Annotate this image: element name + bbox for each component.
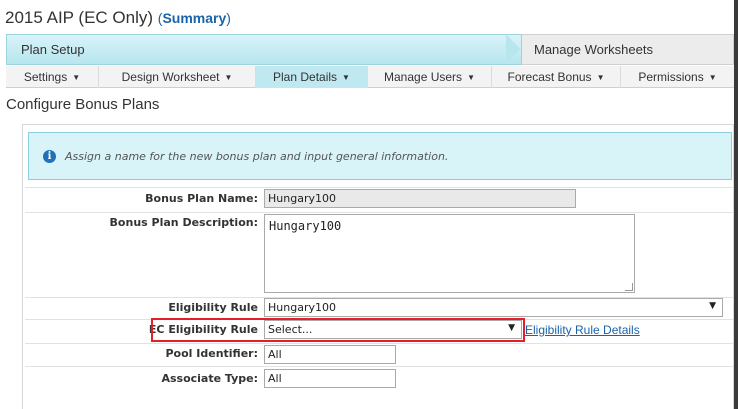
plan-tabs: Settings ▼ Design Worksheet ▼ Plan Details… — [6, 66, 734, 88]
tab-permissions[interactable]: Permissions ▼ — [621, 66, 734, 88]
close-paren: ) — [226, 10, 231, 26]
bonus-plan-description-textarea[interactable]: Hungary100 — [264, 214, 635, 293]
tab-permissions-label: Permissions — [638, 70, 704, 84]
page-title-bar: 2015 AIP (EC Only) (Summary) — [0, 0, 734, 34]
plan-title: 2015 AIP (EC Only) — [5, 8, 154, 27]
highlight-annotation — [151, 318, 525, 342]
tab-plan-details[interactable]: Plan Details ▼ — [256, 66, 368, 88]
bonus-plan-name-label: Bonus Plan Name: — [145, 192, 258, 205]
tab-forecast-bonus[interactable]: Forecast Bonus ▼ — [492, 66, 621, 88]
bonus-plan-description-label: Bonus Plan Description: — [109, 216, 258, 229]
tab-forecast-bonus-label: Forecast Bonus — [507, 70, 592, 84]
associate-type-field[interactable]: All — [264, 369, 396, 388]
bonus-plan-description-text: Hungary100 — [269, 219, 342, 233]
row-divider — [25, 343, 733, 344]
tab-plan-details-label: Plan Details — [273, 70, 338, 84]
step-manage-worksheets-label: Manage Worksheets — [534, 42, 653, 57]
step-plan-setup[interactable]: Plan Setup — [6, 34, 522, 65]
caret-down-icon: ▼ — [224, 72, 233, 82]
page-heading: Configure Bonus Plans — [6, 96, 160, 113]
summary-link[interactable]: Summary — [162, 10, 226, 26]
tab-manage-users-label: Manage Users — [384, 70, 463, 84]
plan-progress-bar: Plan Setup Manage Worksheets — [6, 34, 734, 65]
caret-down-icon: ▼ — [708, 72, 717, 82]
pool-identifier-label: Pool Identifier: — [165, 347, 258, 360]
caret-down-icon: ▼ — [596, 72, 605, 82]
step-plan-setup-label: Plan Setup — [21, 42, 85, 57]
tab-manage-users[interactable]: Manage Users ▼ — [368, 66, 492, 88]
eligibility-rule-details-link[interactable]: Eligibility Rule Details — [525, 323, 640, 337]
step-manage-worksheets[interactable]: Manage Worksheets — [522, 34, 734, 65]
tab-design-worksheet-label: Design Worksheet — [121, 70, 220, 84]
row-divider — [25, 187, 733, 188]
tab-settings[interactable]: Settings ▼ — [6, 66, 99, 88]
associate-type-label: Associate Type: — [161, 372, 258, 385]
info-circle-icon: i — [43, 150, 56, 163]
info-message: i Assign a name for the new bonus plan a… — [28, 132, 732, 180]
eligibility-rule-label: Eligibility Rule — [168, 301, 258, 314]
caret-down-icon: ▼ — [72, 72, 81, 82]
tab-settings-label: Settings — [23, 70, 68, 84]
bonus-plan-name-field[interactable]: Hungary100 — [264, 189, 576, 208]
row-divider — [25, 212, 733, 213]
info-message-text: Assign a name for the new bonus plan and… — [65, 150, 449, 163]
caret-down-icon: ▼ — [342, 72, 350, 82]
step-arrow-shape — [506, 34, 520, 64]
resize-grip-icon[interactable] — [625, 283, 633, 291]
dropdown-arrow-icon: ▼ — [709, 301, 716, 311]
row-divider — [25, 366, 733, 367]
window-frame-edge — [734, 0, 738, 409]
caret-down-icon: ▼ — [467, 72, 475, 82]
eligibility-rule-select[interactable]: Hungary100 ▼ — [264, 298, 723, 317]
pool-identifier-field[interactable]: All — [264, 345, 396, 364]
eligibility-rule-value: Hungary100 — [268, 301, 336, 314]
tab-design-worksheet[interactable]: Design Worksheet ▼ — [99, 66, 256, 88]
